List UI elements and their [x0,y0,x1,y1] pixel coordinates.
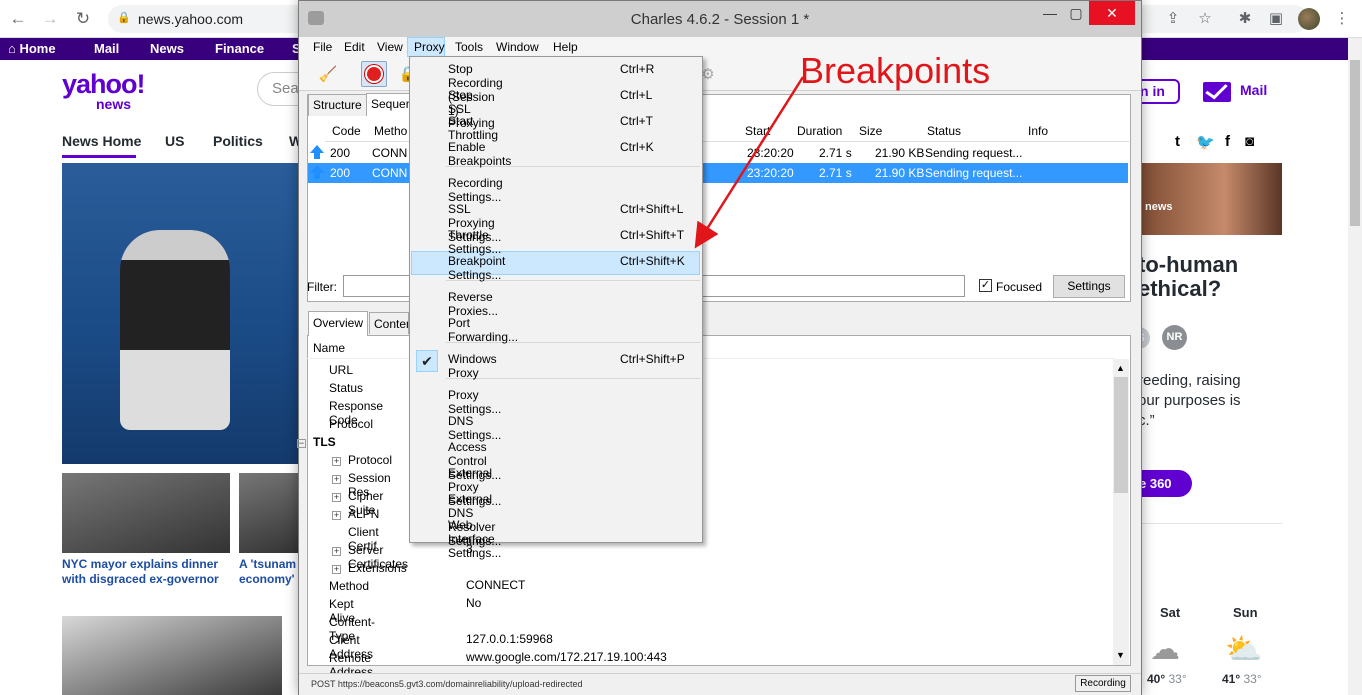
annotation-arrow [694,76,805,249]
